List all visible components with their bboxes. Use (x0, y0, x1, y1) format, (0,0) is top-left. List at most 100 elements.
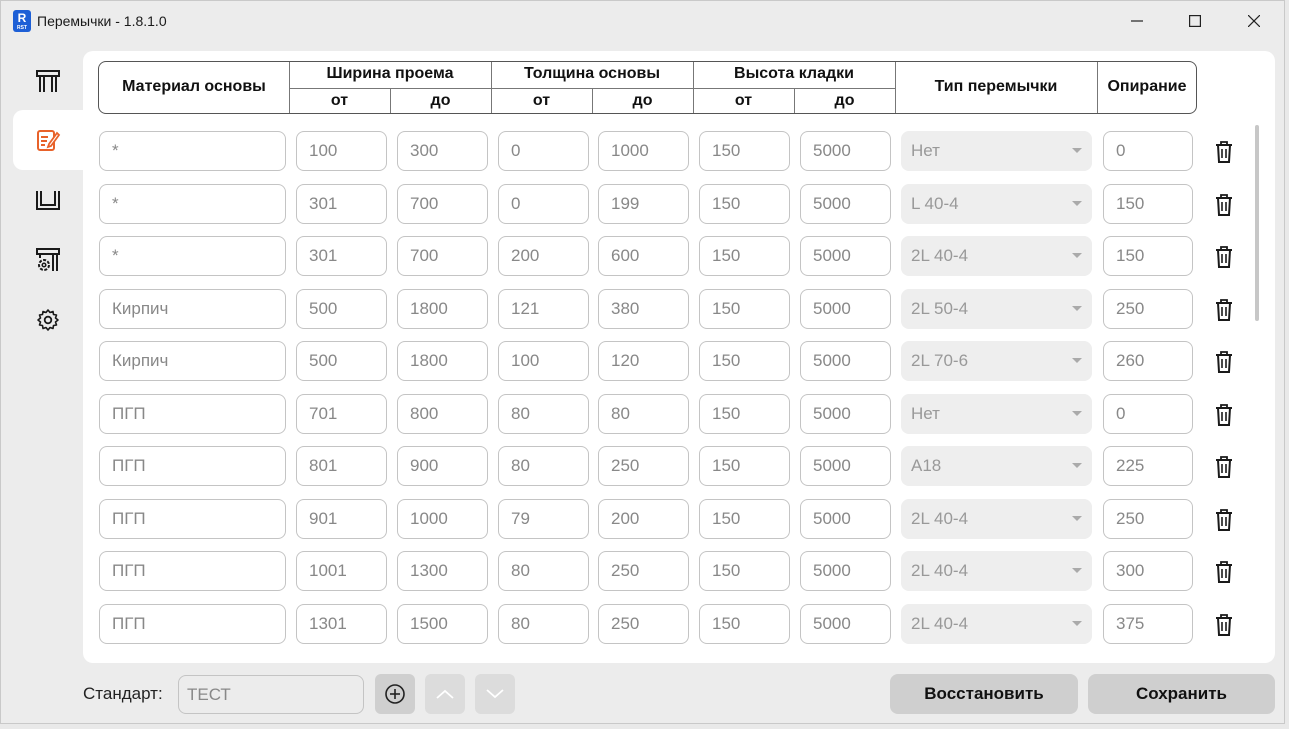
height-to-field[interactable]: 5000 (800, 603, 891, 644)
lintel-type-select[interactable]: А18 (901, 446, 1092, 486)
standard-input[interactable]: ТЕСТ (178, 675, 364, 714)
material-field[interactable]: ПГП (99, 393, 286, 434)
move-down-button[interactable] (475, 674, 515, 714)
width-from-field[interactable]: 100 (296, 131, 387, 171)
sidebar-item-rules[interactable] (13, 110, 83, 170)
sidebar-item-settings-lintel[interactable] (13, 230, 83, 290)
thickness-to-field[interactable]: 250 (598, 446, 689, 486)
support-field[interactable]: 0 (1103, 131, 1193, 171)
height-to-field[interactable]: 5000 (800, 131, 891, 171)
thickness-to-field[interactable]: 380 (598, 288, 689, 329)
height-from-field[interactable]: 150 (699, 341, 790, 381)
height-to-field[interactable]: 5000 (800, 183, 891, 224)
height-from-field[interactable]: 150 (699, 131, 790, 171)
thickness-to-field[interactable]: 1000 (598, 131, 689, 171)
material-field[interactable]: ПГП (99, 603, 286, 644)
width-from-field[interactable]: 500 (296, 288, 387, 329)
support-field[interactable]: 150 (1103, 236, 1193, 276)
delete-row-button[interactable] (1213, 613, 1235, 637)
width-from-field[interactable]: 901 (296, 498, 387, 539)
support-field[interactable]: 0 (1103, 393, 1193, 434)
width-from-field[interactable]: 301 (296, 236, 387, 276)
height-to-field[interactable]: 5000 (800, 236, 891, 276)
height-to-field[interactable]: 5000 (800, 446, 891, 486)
width-to-field[interactable]: 700 (397, 236, 488, 276)
delete-row-button[interactable] (1213, 455, 1235, 479)
minimize-button[interactable] (1108, 1, 1166, 41)
delete-row-button[interactable] (1213, 508, 1235, 532)
height-to-field[interactable]: 5000 (800, 288, 891, 329)
thickness-from-field[interactable]: 79 (498, 498, 589, 539)
sidebar-item-profile[interactable] (13, 170, 83, 230)
delete-row-button[interactable] (1213, 298, 1235, 322)
height-from-field[interactable]: 150 (699, 393, 790, 434)
width-to-field[interactable]: 700 (397, 183, 488, 224)
restore-button[interactable]: Восстановить (890, 674, 1078, 714)
lintel-type-select[interactable]: 2L 40-4 (901, 551, 1092, 591)
lintel-type-select[interactable]: 2L 70-6 (901, 341, 1092, 381)
thickness-to-field[interactable]: 80 (598, 393, 689, 434)
width-to-field[interactable]: 1300 (397, 551, 488, 591)
width-to-field[interactable]: 1500 (397, 603, 488, 644)
material-field[interactable]: * (99, 236, 286, 276)
thickness-from-field[interactable]: 80 (498, 603, 589, 644)
thickness-to-field[interactable]: 250 (598, 603, 689, 644)
delete-row-button[interactable] (1213, 403, 1235, 427)
width-from-field[interactable]: 801 (296, 446, 387, 486)
support-field[interactable]: 250 (1103, 288, 1193, 329)
support-field[interactable]: 225 (1103, 446, 1193, 486)
sidebar-item-lintel[interactable] (13, 51, 83, 111)
thickness-to-field[interactable]: 200 (598, 498, 689, 539)
height-from-field[interactable]: 150 (699, 498, 790, 539)
lintel-type-select[interactable]: L 40-4 (901, 183, 1092, 224)
delete-row-button[interactable] (1213, 560, 1235, 584)
thickness-from-field[interactable]: 80 (498, 393, 589, 434)
height-to-field[interactable]: 5000 (800, 551, 891, 591)
thickness-to-field[interactable]: 250 (598, 551, 689, 591)
width-to-field[interactable]: 1800 (397, 341, 488, 381)
thickness-to-field[interactable]: 120 (598, 341, 689, 381)
thickness-from-field[interactable]: 100 (498, 341, 589, 381)
width-to-field[interactable]: 900 (397, 446, 488, 486)
height-to-field[interactable]: 5000 (800, 498, 891, 539)
height-from-field[interactable]: 150 (699, 288, 790, 329)
height-from-field[interactable]: 150 (699, 183, 790, 224)
height-from-field[interactable]: 150 (699, 446, 790, 486)
vertical-scrollbar[interactable] (1255, 125, 1259, 321)
thickness-from-field[interactable]: 121 (498, 288, 589, 329)
thickness-to-field[interactable]: 199 (598, 183, 689, 224)
support-field[interactable]: 375 (1103, 603, 1193, 644)
width-from-field[interactable]: 500 (296, 341, 387, 381)
thickness-from-field[interactable]: 80 (498, 446, 589, 486)
lintel-type-select[interactable]: Нет (901, 131, 1092, 171)
save-button[interactable]: Сохранить (1088, 674, 1275, 714)
lintel-type-select[interactable]: 2L 40-4 (901, 498, 1092, 539)
height-from-field[interactable]: 150 (699, 236, 790, 276)
thickness-to-field[interactable]: 600 (598, 236, 689, 276)
thickness-from-field[interactable]: 80 (498, 551, 589, 591)
support-field[interactable]: 250 (1103, 498, 1193, 539)
material-field[interactable]: Кирпич (99, 341, 286, 381)
height-from-field[interactable]: 150 (699, 603, 790, 644)
material-field[interactable]: ПГП (99, 446, 286, 486)
thickness-from-field[interactable]: 0 (498, 183, 589, 224)
material-field[interactable]: Кирпич (99, 288, 286, 329)
material-field[interactable]: ПГП (99, 498, 286, 539)
maximize-button[interactable] (1166, 1, 1224, 41)
delete-row-button[interactable] (1213, 193, 1235, 217)
support-field[interactable]: 150 (1103, 183, 1193, 224)
thickness-from-field[interactable]: 200 (498, 236, 589, 276)
support-field[interactable]: 260 (1103, 341, 1193, 381)
delete-row-button[interactable] (1213, 350, 1235, 374)
width-to-field[interactable]: 1000 (397, 498, 488, 539)
thickness-from-field[interactable]: 0 (498, 131, 589, 171)
material-field[interactable]: ПГП (99, 551, 286, 591)
lintel-type-select[interactable]: 2L 40-4 (901, 236, 1092, 276)
delete-row-button[interactable] (1213, 140, 1235, 164)
height-to-field[interactable]: 5000 (800, 341, 891, 381)
width-to-field[interactable]: 800 (397, 393, 488, 434)
material-field[interactable]: * (99, 131, 286, 171)
lintel-type-select[interactable]: 2L 50-4 (901, 288, 1092, 329)
width-from-field[interactable]: 701 (296, 393, 387, 434)
add-row-button[interactable] (375, 674, 415, 714)
